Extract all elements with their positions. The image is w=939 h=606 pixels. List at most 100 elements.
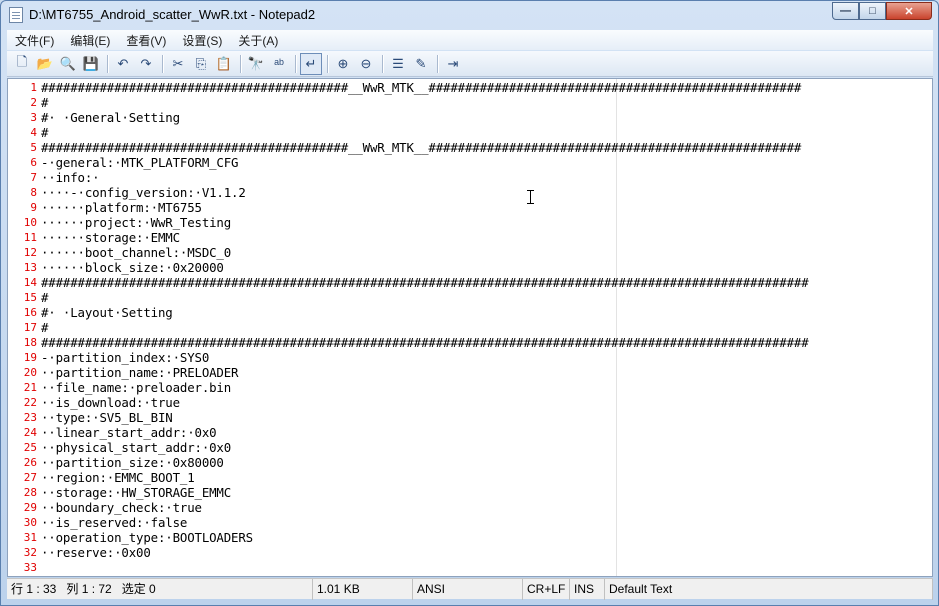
line-text[interactable]: -·partition_index:·SYS0: [41, 350, 209, 365]
line-text[interactable]: #: [41, 290, 48, 305]
menu-settings[interactable]: 设置(S): [174, 32, 230, 49]
status-scheme[interactable]: Default Text: [605, 579, 933, 600]
status-encoding[interactable]: ANSI: [413, 579, 523, 600]
maximize-button[interactable]: □: [859, 2, 886, 20]
line-text[interactable]: ··reserve:·0x00: [41, 545, 151, 560]
notepad-app-icon[interactable]: [9, 7, 23, 23]
line-text[interactable]: ··partition_size:·0x80000: [41, 455, 224, 470]
line-text[interactable]: #· ·General·Setting: [41, 110, 180, 125]
editor-line[interactable]: 26 ··partition_size:·0x80000: [8, 455, 932, 470]
line-text[interactable]: ······boot_channel:·MSDC_0: [41, 245, 231, 260]
open-file-icon[interactable]: 📂: [34, 53, 56, 75]
menu-edit[interactable]: 编辑(E): [62, 32, 118, 49]
editor-line[interactable]: 2 #: [8, 95, 932, 110]
line-text[interactable]: ··operation_type:·BOOTLOADERS: [41, 530, 253, 545]
editor-line[interactable]: 10 ······project:·WwR_Testing: [8, 215, 932, 230]
editor-line[interactable]: 15 #: [8, 290, 932, 305]
redo-icon[interactable]: ↷: [135, 53, 157, 75]
customize-icon[interactable]: ✎: [410, 53, 432, 75]
menu-view[interactable]: 查看(V): [118, 32, 174, 49]
editor-line[interactable]: 33: [8, 560, 932, 575]
line-text[interactable]: #: [41, 95, 48, 110]
line-text[interactable]: ··linear_start_addr:·0x0: [41, 425, 217, 440]
line-text[interactable]: #· ·Layout·Setting: [41, 305, 173, 320]
editor-line[interactable]: 25 ··physical_start_addr:·0x0: [8, 440, 932, 455]
window-controls: — □ ✕: [832, 2, 932, 20]
editor-line[interactable]: 24 ··linear_start_addr:·0x0: [8, 425, 932, 440]
editor-line[interactable]: 16 #· ·Layout·Setting: [8, 305, 932, 320]
editor-line[interactable]: 12 ······boot_channel:·MSDC_0: [8, 245, 932, 260]
line-text[interactable]: ··boundary_check:·true: [41, 500, 202, 515]
editor-line[interactable]: 11 ······storage:·EMMC: [8, 230, 932, 245]
editor-line[interactable]: 30 ··is_reserved:·false: [8, 515, 932, 530]
exit-icon[interactable]: ⇥: [442, 53, 464, 75]
line-text[interactable]: ########################################…: [41, 80, 801, 95]
line-text[interactable]: ··file_name:·preloader.bin: [41, 380, 231, 395]
editor-line[interactable]: 14 ######################################…: [8, 275, 932, 290]
word-wrap-icon[interactable]: ↵: [300, 52, 322, 75]
editor-line[interactable]: 3 #· ·General·Setting: [8, 110, 932, 125]
line-text[interactable]: ··type:·SV5_BL_BIN: [41, 410, 173, 425]
new-file-icon[interactable]: 🗋: [11, 53, 33, 75]
line-text[interactable]: ··is_reserved:·false: [41, 515, 187, 530]
line-text[interactable]: #: [41, 320, 48, 335]
editor-line[interactable]: 32 ··reserve:·0x00: [8, 545, 932, 560]
menu-file[interactable]: 文件(F): [7, 32, 62, 49]
undo-icon[interactable]: ↶: [112, 53, 134, 75]
toolbar: 🗋 📂 🔍 💾 ↶ ↷ ✂ ⎘ 📋 🔭 ᵃᵇ ↵ ⊕ ⊖ ☰ ✎ ⇥: [7, 51, 933, 77]
editor-line[interactable]: 17 #: [8, 320, 932, 335]
line-text[interactable]: ······platform:·MT6755: [41, 200, 202, 215]
line-text[interactable]: ########################################…: [41, 275, 809, 290]
close-button[interactable]: ✕: [886, 2, 932, 20]
line-text[interactable]: ··info:·: [41, 170, 100, 185]
paste-icon[interactable]: 📋: [213, 53, 235, 75]
line-text[interactable]: ····-·config_version:·V1.1.2: [41, 185, 246, 200]
line-text[interactable]: ··is_download:·true: [41, 395, 180, 410]
scheme-icon[interactable]: ☰: [387, 53, 409, 75]
editor-line[interactable]: 18 ######################################…: [8, 335, 932, 350]
line-text[interactable]: -·general:·MTK_PLATFORM_CFG: [41, 155, 239, 170]
editor-line[interactable]: 4 #: [8, 125, 932, 140]
editor-line[interactable]: 28 ··storage:·HW_STORAGE_EMMC: [8, 485, 932, 500]
line-number: 21: [23, 381, 37, 394]
editor-line[interactable]: 13 ······block_size:·0x20000: [8, 260, 932, 275]
line-text[interactable]: ······project:·WwR_Testing: [41, 215, 231, 230]
status-line-ending[interactable]: CR+LF: [523, 579, 570, 600]
copy-icon[interactable]: ⎘: [190, 53, 212, 75]
editor-line[interactable]: 29 ··boundary_check:·true: [8, 500, 932, 515]
editor-line[interactable]: 31 ··operation_type:·BOOTLOADERS: [8, 530, 932, 545]
editor-line[interactable]: 1 #######################################…: [8, 80, 932, 95]
editor-line[interactable]: 22 ··is_download:·true: [8, 395, 932, 410]
find-icon[interactable]: 🔭: [245, 53, 267, 75]
line-text[interactable]: ······storage:·EMMC: [41, 230, 180, 245]
text-editor[interactable]: 1 #######################################…: [7, 78, 933, 577]
editor-line[interactable]: 21 ··file_name:·preloader.bin: [8, 380, 932, 395]
line-text[interactable]: #: [41, 125, 48, 140]
line-text[interactable]: ······block_size:·0x20000: [41, 260, 224, 275]
line-text[interactable]: ··region:·EMMC_BOOT_1: [41, 470, 195, 485]
line-text[interactable]: ########################################…: [41, 335, 809, 350]
editor-line[interactable]: 6 -·general:·MTK_PLATFORM_CFG: [8, 155, 932, 170]
editor-line[interactable]: 9 ······platform:·MT6755: [8, 200, 932, 215]
editor-line[interactable]: 5 #######################################…: [8, 140, 932, 155]
status-insert-mode[interactable]: INS: [570, 579, 605, 600]
editor-line[interactable]: 20 ··partition_name:·PRELOADER: [8, 365, 932, 380]
line-text[interactable]: ··partition_name:·PRELOADER: [41, 365, 239, 380]
menu-about[interactable]: 关于(A): [230, 32, 286, 49]
editor-line[interactable]: 23 ··type:·SV5_BL_BIN: [8, 410, 932, 425]
zoom-out-icon[interactable]: ⊖: [355, 53, 377, 75]
replace-icon[interactable]: ᵃᵇ: [268, 53, 290, 75]
line-text[interactable]: ··physical_start_addr:·0x0: [41, 440, 231, 455]
line-text[interactable]: ··storage:·HW_STORAGE_EMMC: [41, 485, 231, 500]
editor-line[interactable]: 27 ··region:·EMMC_BOOT_1: [8, 470, 932, 485]
minimize-button[interactable]: —: [832, 2, 859, 20]
browse-icon[interactable]: 🔍: [57, 53, 79, 75]
editor-line[interactable]: 7 ··info:·: [8, 170, 932, 185]
save-icon[interactable]: 💾: [80, 53, 102, 75]
editor-line[interactable]: 8 ····-·config_version:·V1.1.2: [8, 185, 932, 200]
cut-icon[interactable]: ✂: [167, 53, 189, 75]
title-bar[interactable]: D:\MT6755_Android_scatter_WwR.txt - Note…: [1, 1, 938, 29]
zoom-in-icon[interactable]: ⊕: [332, 53, 354, 75]
line-text[interactable]: ########################################…: [41, 140, 801, 155]
editor-line[interactable]: 19 -·partition_index:·SYS0: [8, 350, 932, 365]
